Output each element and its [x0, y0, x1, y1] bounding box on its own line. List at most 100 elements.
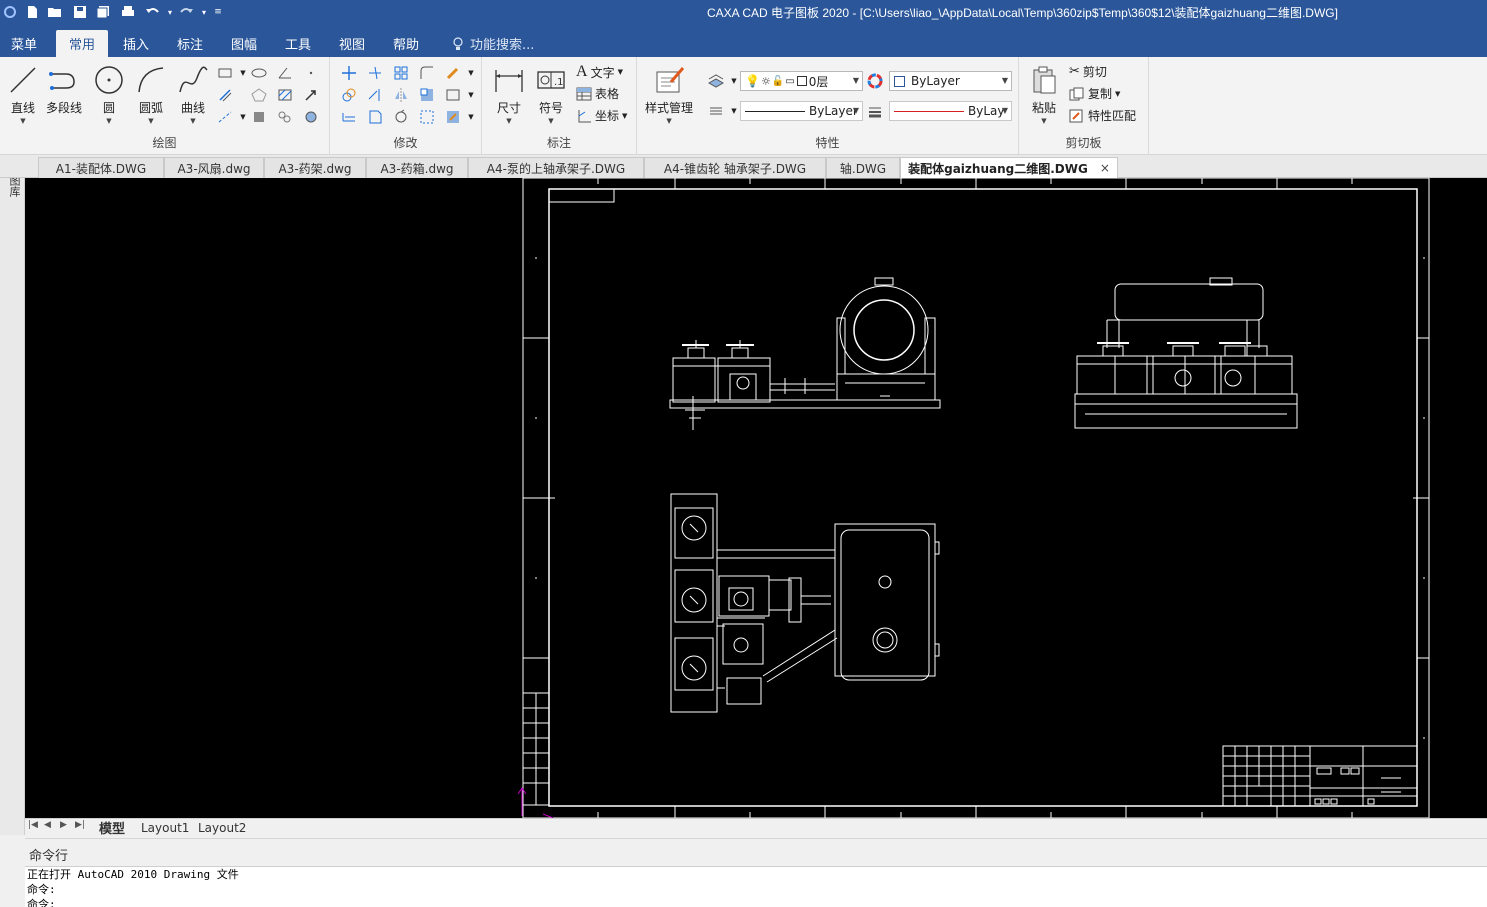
window-title: CAXA CAD 电子图板 2020 - [C:\Users\liao_\App… [707, 6, 1338, 20]
ellipse-icon[interactable] [250, 64, 268, 82]
polygon-icon[interactable] [250, 86, 268, 104]
mirror-icon[interactable] [392, 86, 410, 104]
block-icon[interactable] [444, 86, 462, 104]
doc-tab[interactable]: A4-锥齿轮 轴承架子.DWG [644, 157, 826, 178]
doc-tab[interactable]: A3-药架.dwg [264, 157, 366, 178]
point-icon[interactable] [302, 64, 320, 82]
scale-icon[interactable] [418, 86, 436, 104]
group-modify-label: 修改 [393, 136, 418, 150]
curve-button[interactable]: 曲线 ▼ [176, 63, 210, 125]
layout-tab-model[interactable]: 模型 [99, 819, 125, 837]
coordinate-button[interactable]: 坐标 ▼ [576, 107, 627, 124]
doc-tab[interactable]: A1-装配体.DWG [38, 157, 164, 178]
last-layout-icon[interactable]: ▶| [75, 820, 85, 830]
doc-tab[interactable]: A3-药箱.dwg [366, 157, 468, 178]
print-icon[interactable] [118, 3, 138, 21]
tab-help[interactable]: 帮助 [383, 30, 429, 57]
rectangle-icon[interactable] [216, 64, 234, 82]
group-modify: ▼ ▼ ▼ 修改 [330, 57, 482, 155]
lineweight-icon[interactable] [866, 102, 884, 120]
tab-annotate[interactable]: 标注 [167, 30, 213, 57]
redo-icon[interactable] [176, 3, 196, 21]
app-logo-icon[interactable] [0, 3, 20, 21]
save-icon[interactable] [70, 3, 90, 21]
text-button[interactable]: A 文字 ▼ [576, 63, 623, 81]
line-button[interactable]: 直线 ▼ [6, 63, 40, 125]
save-all-icon[interactable] [93, 3, 113, 21]
fillet-icon[interactable] [418, 64, 436, 82]
revision-cloud-icon[interactable] [276, 108, 294, 126]
command-log-line: 命令: [27, 898, 56, 907]
drawing-canvas[interactable] [25, 178, 1487, 818]
tab-menu[interactable]: 菜单 [0, 30, 48, 57]
color-wheel-icon[interactable] [866, 72, 884, 90]
chevron-down-icon[interactable]: ▼ [462, 64, 480, 82]
explode-icon[interactable] [418, 108, 436, 126]
tab-insert[interactable]: 插入 [113, 30, 159, 57]
feature-search[interactable]: 功能搜索... [452, 34, 534, 53]
match-properties-button[interactable]: 特性匹配 [1069, 107, 1136, 124]
move-icon[interactable] [340, 64, 358, 82]
gear-icon[interactable] [302, 108, 320, 126]
chevron-down-icon[interactable]: ▼ [462, 86, 480, 104]
prev-layout-icon[interactable]: ◀ [44, 820, 51, 830]
first-layout-icon[interactable]: |◀ [28, 820, 38, 830]
tab-view[interactable]: 视图 [329, 30, 375, 57]
dimension-button[interactable]: 尺寸 ▼ [492, 63, 526, 125]
table-label: 表格 [595, 87, 620, 101]
lock-icon: 🔓 [771, 75, 785, 87]
parallel-line-icon[interactable] [216, 86, 234, 104]
group-draw: 直线 ▼ 多段线 圆 ▼ 圆弧 ▼ 曲线 ▼ ▼ ▼ 绘图 [0, 57, 330, 155]
layout-tab-layout1[interactable]: Layout1 [141, 819, 189, 836]
chevron-down-icon[interactable]: ▼ [462, 108, 480, 126]
paste-button[interactable]: 粘贴 ▼ [1027, 63, 1061, 125]
copy-icon [1069, 87, 1084, 100]
polyline-button[interactable]: 多段线 [46, 63, 82, 116]
rotate-icon[interactable] [392, 108, 410, 126]
stretch-icon[interactable] [366, 108, 384, 126]
tab-tools[interactable]: 工具 [275, 30, 321, 57]
doc-tab[interactable]: A3-风扇.dwg [164, 157, 264, 178]
arc-button[interactable]: 圆弧 ▼ [134, 63, 168, 125]
boundary-icon[interactable] [250, 108, 268, 126]
copy-button[interactable]: 复制 ▼ [1069, 85, 1120, 102]
lineweight-select[interactable]: ByLay ▼ [889, 101, 1012, 121]
color-select[interactable]: ByLayer ▼ [889, 71, 1012, 91]
layer-manager-icon[interactable] [707, 72, 725, 90]
copy-object-icon[interactable] [340, 86, 358, 104]
library-label[interactable]: 图库 [6, 175, 22, 197]
extend-icon[interactable] [366, 86, 384, 104]
doc-tab[interactable]: 轴.DWG [826, 157, 900, 178]
brush-icon[interactable] [444, 64, 462, 82]
cut-button[interactable]: ✂ 剪切 [1069, 63, 1107, 80]
table-button[interactable]: 表格 [576, 85, 619, 102]
layer-select[interactable]: 💡 ☼ 🔓 ▭ 0层 ▼ [740, 71, 863, 91]
library-side-panel[interactable]: 图库 [0, 155, 25, 835]
hatch-icon[interactable] [276, 86, 294, 104]
trim-icon[interactable] [366, 64, 384, 82]
symbol-button[interactable]: .1 符号 ▼ [534, 63, 568, 125]
command-history[interactable]: 正在打开 AutoCAD 2010 Drawing 文件 命令: 命令: [25, 866, 1487, 907]
doc-tab-active[interactable]: 装配体gaizhuang二维图.DWG × [900, 157, 1118, 178]
open-file-icon[interactable] [45, 3, 65, 21]
close-icon[interactable]: × [1100, 161, 1110, 175]
arrow-icon[interactable] [302, 86, 320, 104]
tab-sheet[interactable]: 图幅 [221, 30, 267, 57]
group-draw-label: 绘图 [152, 136, 177, 150]
layout-tab-layout2[interactable]: Layout2 [198, 819, 246, 836]
linestyle-icon[interactable] [707, 102, 725, 120]
centerline-icon[interactable] [216, 108, 234, 126]
next-layout-icon[interactable]: ▶ [60, 820, 67, 830]
active-doc-label: 装配体gaizhuang二维图.DWG [908, 161, 1088, 176]
style-manager-button[interactable]: 样式管理 ▼ [645, 63, 693, 125]
properties-edit-icon[interactable] [444, 108, 462, 126]
customize-quickaccess-icon[interactable]: ≡ [208, 3, 228, 21]
array-icon[interactable] [392, 64, 410, 82]
linetype-select[interactable]: ByLayer ▼ [740, 101, 863, 121]
angle-line-icon[interactable] [276, 64, 294, 82]
circle-button[interactable]: 圆 ▼ [92, 63, 126, 125]
tab-home[interactable]: 常用 [56, 30, 108, 57]
new-file-icon[interactable] [22, 3, 42, 21]
offset-icon[interactable] [340, 108, 358, 126]
doc-tab[interactable]: A4-泵的上轴承架子.DWG [468, 157, 644, 178]
